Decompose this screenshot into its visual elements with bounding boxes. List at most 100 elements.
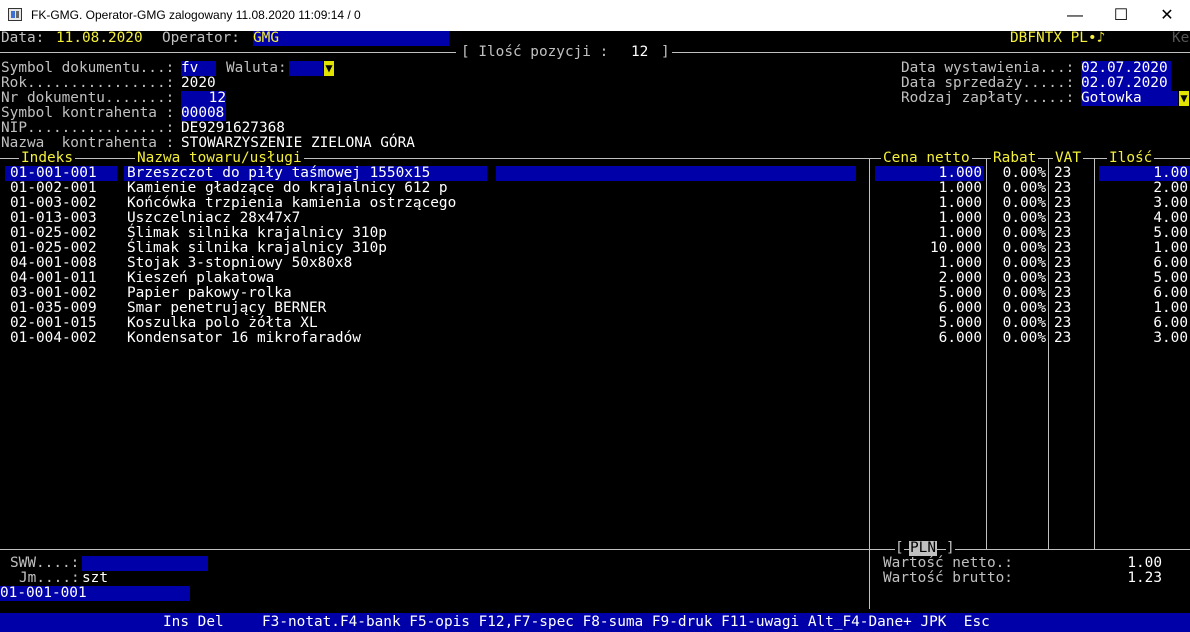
contractor-name-value: STOWARZYSZENIE ZIELONA GÓRA — [181, 135, 415, 151]
operator-value: GMG — [253, 31, 449, 46]
cell-name: Ślimak silnika krajalnicy 310p — [127, 240, 387, 256]
col-header-vat: VAT — [1053, 150, 1083, 166]
minimize-button[interactable]: — — [1052, 0, 1098, 31]
cell-name: Brzeszczot do piły taśmowej 1550x15 — [127, 165, 431, 181]
document-number-field[interactable]: 12 — [181, 91, 226, 106]
cell-index: 01-013-003 — [10, 210, 97, 226]
cell-discount: 0.00% — [1002, 225, 1046, 241]
payment-dropdown-icon[interactable]: ▼ — [1179, 91, 1189, 106]
cell-name: Końcówka trzpienia kamienia ostrzącego — [127, 195, 457, 211]
issue-date-field[interactable]: 02.07.2020 — [1081, 61, 1171, 76]
cell-discount: 0.00% — [1002, 270, 1046, 286]
payment-type-field[interactable]: Gotowka — [1081, 91, 1178, 106]
cell-price: 5.000 — [938, 285, 982, 301]
cell-quantity: 6.00 — [1153, 285, 1188, 301]
cell-index: 03-001-002 — [10, 285, 97, 301]
sale-date-label: Data sprzedaży.....: — [901, 75, 1075, 91]
cell-discount: 0.00% — [1002, 255, 1046, 271]
cell-vat: 23 — [1054, 255, 1072, 271]
current-index-field: 01-001-001 — [0, 586, 190, 601]
cell-discount: 0.00% — [1002, 165, 1046, 181]
cell-quantity: 1.00 — [1153, 240, 1188, 256]
cell-index: 01-035-009 — [10, 300, 97, 316]
cell-index: 01-003-002 — [10, 195, 97, 211]
col-header-quantity: Ilość — [1107, 150, 1155, 166]
cell-name: Uszczelniacz 28x47x7 — [127, 210, 301, 226]
ins-del-keys[interactable]: Ins Del — [163, 615, 224, 630]
contractor-name-label: Nazwa kontrahenta : — [1, 135, 175, 151]
contractor-symbol-field[interactable]: 00008 — [181, 106, 226, 121]
cell-price: 6.000 — [938, 330, 982, 346]
cell-vat: 23 — [1054, 330, 1072, 346]
cell-index: 01-025-002 — [10, 225, 97, 241]
cell-index: 02-001-015 — [10, 315, 97, 331]
cell-name: Stojak 3-stopniowy 50x80x8 — [127, 255, 353, 271]
year-value[interactable]: 2020 — [181, 76, 216, 91]
date-label: Data: — [1, 30, 45, 46]
cell-quantity: 1.00 — [1153, 300, 1188, 316]
cell-quantity: 2.00 — [1153, 180, 1188, 196]
function-keys[interactable]: F3-notat.F4-bank F5-opis F12,F7-spec F8-… — [262, 615, 990, 630]
terminal-screen: Data: 11.08.2020 Operator: GMG DBFNTX PL… — [0, 31, 1190, 632]
cell-name: Kondensator 16 mikrofaradów — [127, 330, 361, 346]
maximize-button[interactable]: ☐ — [1098, 0, 1144, 31]
cell-index: 04-001-011 — [10, 270, 97, 286]
col-header-discount: Rabat — [991, 150, 1039, 166]
cell-index: 04-001-008 — [10, 255, 97, 271]
gross-total-value: 1.23 — [1127, 570, 1162, 586]
sww-field[interactable] — [82, 556, 208, 571]
cell-discount: 0.00% — [1002, 315, 1046, 331]
function-key-bar: Ins Del F3-notat.F4-bank F5-opis F12,F7-… — [0, 613, 1190, 632]
cell-discount: 0.00% — [1002, 210, 1046, 226]
selected-row-highlight — [496, 166, 856, 181]
cell-price: 1.000 — [938, 225, 982, 241]
window-title: FK-GMG. Operator-GMG zalogowany 11.08.20… — [31, 8, 361, 22]
cell-vat: 23 — [1054, 195, 1072, 211]
sale-date-field[interactable]: 02.07.2020 — [1081, 76, 1171, 91]
currency-dropdown-icon[interactable]: ▼ — [324, 61, 334, 76]
system-code: DBFNTX PL•♪ — [1010, 30, 1106, 46]
gross-total-label: Wartość brutto: — [883, 570, 1013, 586]
app-icon — [8, 8, 22, 21]
close-button[interactable]: ✕ — [1144, 0, 1190, 31]
cell-price: 5.000 — [938, 315, 982, 331]
cell-discount: 0.00% — [1002, 285, 1046, 301]
col-divider — [986, 158, 987, 550]
net-total-label: Wartość netto.: — [883, 555, 1013, 571]
currency-bracket-close: ] — [946, 540, 955, 556]
cell-name: Koszulka polo żółta XL — [127, 315, 318, 331]
currency-field[interactable] — [289, 61, 323, 76]
currency-bracket-open: [ — [895, 540, 904, 556]
currency-badge: PLN — [909, 540, 937, 556]
document-symbol-label: Symbol dokumentu...: — [1, 60, 175, 76]
top-divider-right — [672, 52, 1190, 53]
cell-quantity: 6.00 — [1153, 255, 1188, 271]
year-label: Rok................: — [1, 75, 175, 91]
cell-price: 6.000 — [938, 300, 982, 316]
operator-label: Operator: — [162, 30, 240, 46]
positions-count: 12 — [631, 44, 649, 60]
cell-price: 1.000 — [938, 210, 982, 226]
window-titlebar: FK-GMG. Operator-GMG zalogowany 11.08.20… — [0, 0, 1190, 31]
cell-discount: 0.00% — [1002, 300, 1046, 316]
cell-vat: 23 — [1054, 315, 1072, 331]
cell-name: Kamienie gładzące do krajalnicy 612 p — [127, 180, 448, 196]
document-symbol-field[interactable]: fv — [181, 61, 216, 76]
cell-price: 10.000 — [930, 240, 982, 256]
cell-price: 1.000 — [938, 255, 982, 271]
footer-column-divider — [869, 549, 870, 609]
cell-name: Papier pakowy-rolka — [127, 285, 292, 301]
col-header-index: Indeks — [19, 150, 75, 166]
unit-label: Jm....: — [19, 570, 80, 586]
top-divider-left — [0, 52, 456, 53]
cell-quantity: 3.00 — [1153, 195, 1188, 211]
cell-vat: 23 — [1054, 165, 1072, 181]
cell-price: 1.000 — [938, 165, 982, 181]
cell-discount: 0.00% — [1002, 195, 1046, 211]
cell-name: Kieszeń plakatowa — [127, 270, 275, 286]
date-value: 11.08.2020 — [56, 30, 143, 46]
cell-index: 01-002-001 — [10, 180, 97, 196]
positions-label: [ Ilość pozycji : — [461, 44, 609, 60]
cell-price: 1.000 — [938, 180, 982, 196]
issue-date-label: Data wystawienia...: — [901, 60, 1075, 76]
